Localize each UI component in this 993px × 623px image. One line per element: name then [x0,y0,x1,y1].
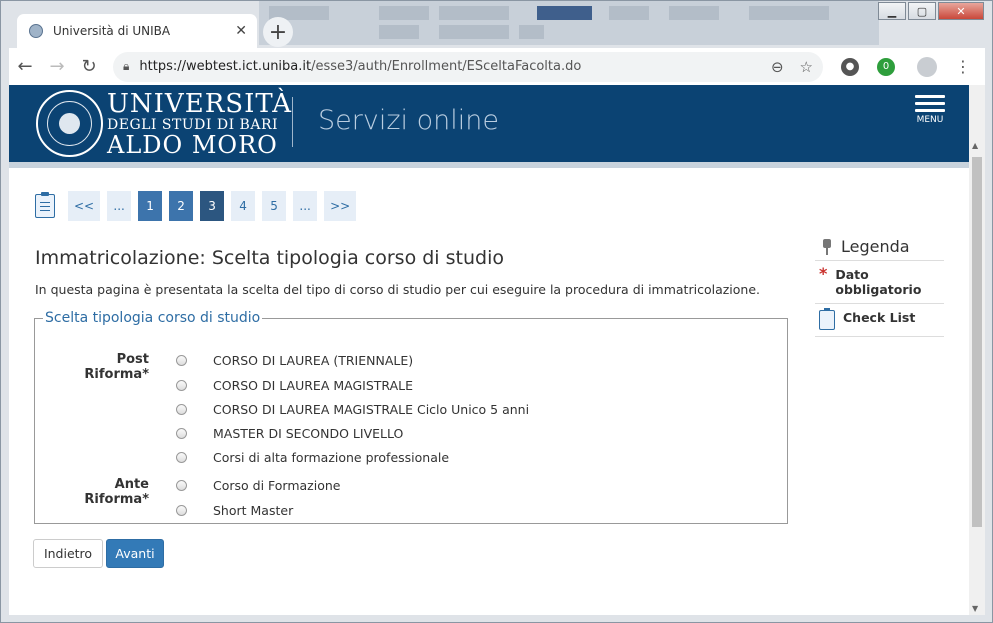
step-pagination: << ... 1 2 3 4 5 ... >> [35,191,357,221]
close-window-icon[interactable]: ✕ [938,2,984,20]
radio-button[interactable] [176,428,187,439]
option-label[interactable]: CORSO DI LAUREA MAGISTRALE [213,378,413,393]
option-row[interactable]: MASTER DI SECONDO LIVELLO [176,426,403,441]
radio-button[interactable] [176,480,187,491]
option-label[interactable]: Corso di Formazione [213,478,340,493]
forward-arrow-icon[interactable]: → [41,56,73,77]
back-arrow-icon[interactable]: ← [9,56,41,77]
legend-header: Legenda [815,237,944,261]
browser-tab[interactable]: Università di UNIBA ✕ [17,14,257,48]
zoom-icon[interactable]: ⊖ [771,58,784,76]
radio-button[interactable] [176,404,187,415]
site-header: UNIVERSITÀ DEGLI STUDI DI BARI ALDO MORO… [9,85,969,168]
option-label[interactable]: MASTER DI SECONDO LIVELLO [213,426,403,441]
pin-icon [821,238,833,255]
option-row[interactable]: CORSO DI LAUREA MAGISTRALE [176,378,413,393]
menu-label: MENU [916,115,944,125]
legend-required-label: Dato obbligatorio [835,267,922,297]
option-row[interactable]: Short Master [176,503,293,518]
page-ellipsis-left[interactable]: ... [107,191,132,221]
browser-window: ▁ ▢ ✕ Università di UNIBA ✕ + ← → ↻ 🔒︎ h… [0,0,993,623]
service-title: Servizi online [318,105,499,136]
legend-checklist[interactable]: Check List [815,304,944,337]
bookmark-star-icon[interactable]: ☆ [800,58,813,76]
tab-title: Università di UNIBA [53,24,171,38]
lock-icon: 🔒︎ [123,59,130,73]
hamburger-icon [915,95,945,112]
required-star-icon: * [819,264,828,283]
page-last[interactable]: >> [324,191,357,221]
option-row[interactable]: Corso di Formazione [176,478,340,493]
page-viewport: UNIVERSITÀ DEGLI STUDI DI BARI ALDO MORO… [9,85,969,615]
reload-icon[interactable]: ↻ [73,56,105,77]
radio-button[interactable] [176,452,187,463]
menu-button[interactable]: MENU [915,95,945,125]
page-5[interactable]: 5 [262,191,287,221]
window-controls: ▁ ▢ ✕ [878,2,984,20]
intro-text: In questa pagina è presentata la scelta … [35,282,760,297]
option-label[interactable]: CORSO DI LAUREA (TRIENNALE) [213,353,413,368]
page-ellipsis-right[interactable]: ... [293,191,318,221]
option-row[interactable]: Corsi di alta formazione professionale [176,450,449,465]
checklist-icon[interactable] [819,308,835,330]
extension-icon[interactable]: ● [841,57,859,76]
page-2[interactable]: 2 [169,191,194,221]
shield-extension-icon[interactable]: 0 [877,57,895,76]
legend-checklist-label[interactable]: Check List [843,310,915,325]
page-4[interactable]: 4 [231,191,256,221]
tab-close-icon[interactable]: ✕ [235,23,247,39]
scroll-down-icon[interactable]: ▼ [972,604,978,613]
option-row[interactable]: CORSO DI LAUREA (TRIENNALE) [176,353,413,368]
maximize-icon[interactable]: ▢ [908,2,936,20]
fieldset-legend: Scelta tipologia corso di studio [45,310,261,326]
legend-panel: Legenda * Dato obbligatorio Check List [815,237,944,337]
scroll-up-icon[interactable]: ▲ [972,141,978,150]
page-first[interactable]: << [68,191,101,221]
profile-avatar-icon[interactable] [917,56,937,77]
page-3-current[interactable]: 3 [200,191,225,221]
option-label[interactable]: Short Master [213,503,293,518]
browser-menu-icon[interactable]: ⋮ [955,57,971,76]
option-row[interactable]: CORSO DI LAUREA MAGISTRALE Ciclo Unico 5… [176,402,529,417]
page-scrollbar[interactable]: ▲ ▼ [969,85,985,615]
extension-badge: 0 [882,61,890,72]
new-tab-icon[interactable]: + [263,17,293,47]
back-button[interactable]: Indietro [33,539,103,568]
address-bar[interactable]: 🔒︎ https://webtest.ict.uniba.it/esse3/au… [113,51,823,82]
checklist-icon[interactable] [35,192,55,218]
background-window-strip [259,1,879,45]
group-label-ante-riforma: Ante Riforma* [84,477,149,507]
page-title: Immatricolazione: Scelta tipologia corso… [35,247,504,269]
next-button[interactable]: Avanti [106,539,164,568]
radio-button[interactable] [176,355,187,366]
scroll-thumb[interactable] [972,157,982,527]
course-type-fieldset: Scelta tipologia corso di studio Post Ri… [34,310,788,524]
favicon-icon [29,24,43,38]
header-divider [292,97,293,147]
university-seal-icon [36,90,103,157]
option-label[interactable]: CORSO DI LAUREA MAGISTRALE Ciclo Unico 5… [213,402,529,417]
group-label-post-riforma: Post Riforma* [84,352,149,382]
url-text[interactable]: https://webtest.ict.uniba.it/esse3/auth/… [139,59,755,74]
legend-required: * Dato obbligatorio [815,261,944,304]
radio-button[interactable] [176,380,187,391]
legend-title: Legenda [841,237,910,256]
option-label[interactable]: Corsi di alta formazione professionale [213,450,449,465]
browser-toolbar: ← → ↻ 🔒︎ https://webtest.ict.uniba.it/es… [9,48,985,85]
university-logo[interactable]: UNIVERSITÀ DEGLI STUDI DI BARI ALDO MORO [107,91,292,157]
minimize-icon[interactable]: ▁ [878,2,906,20]
page-1[interactable]: 1 [138,191,163,221]
radio-button[interactable] [176,505,187,516]
